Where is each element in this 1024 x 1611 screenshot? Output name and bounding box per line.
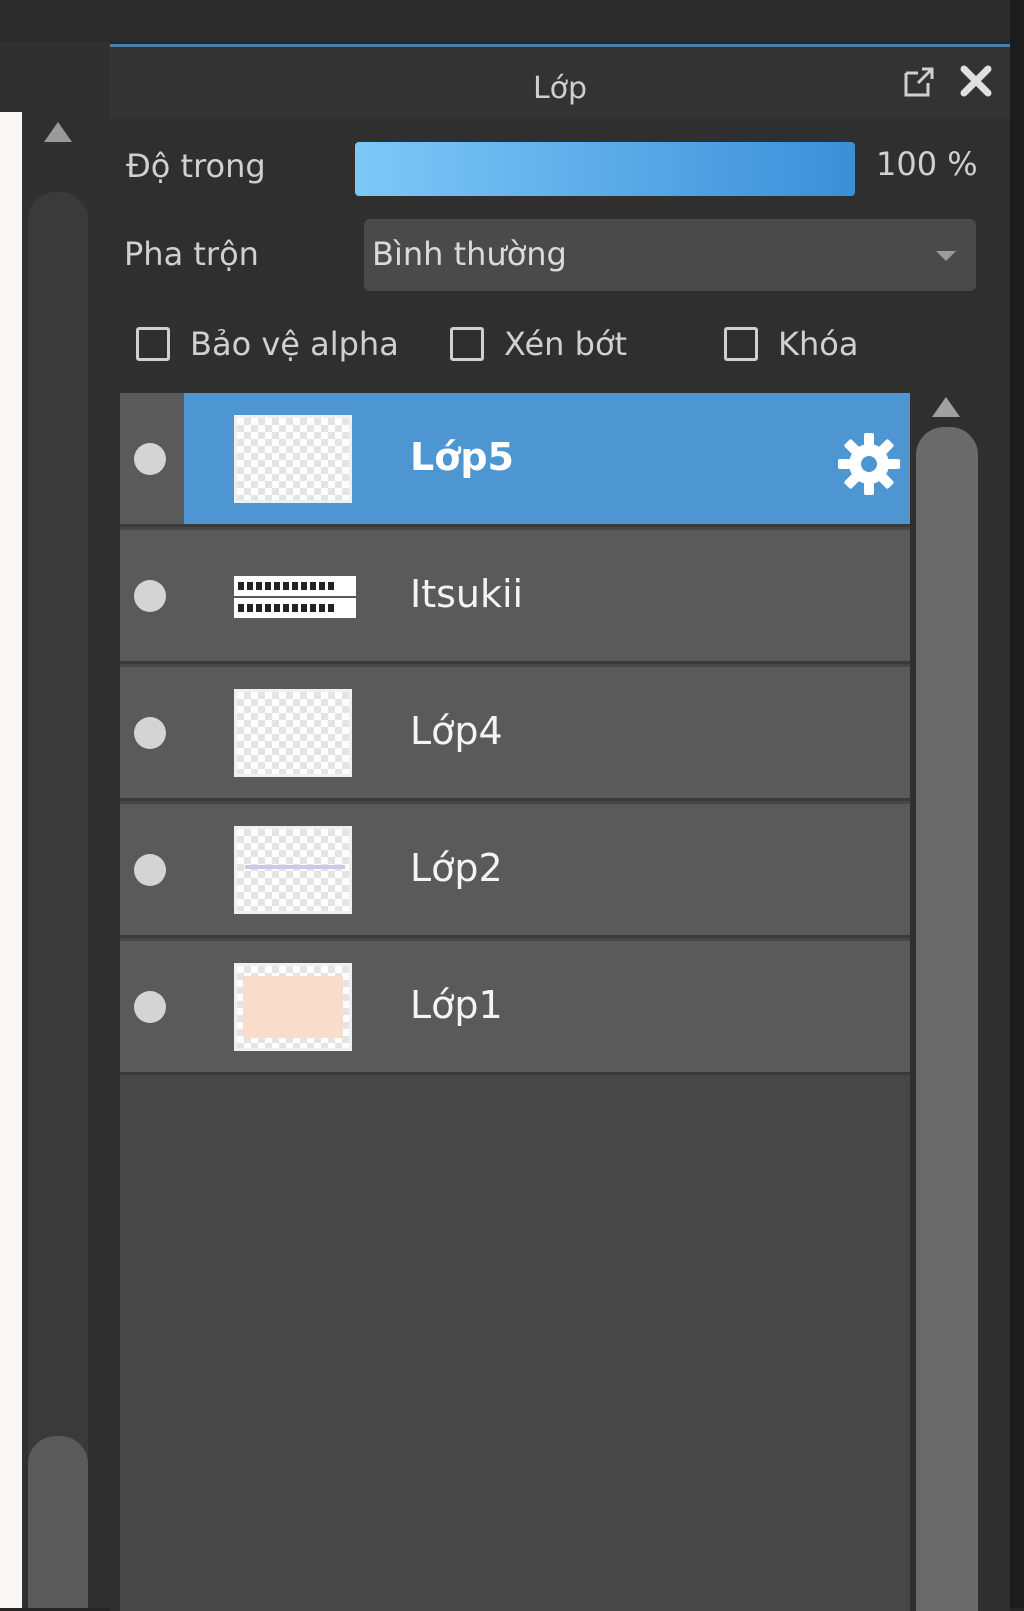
canvas-scroll-up-arrow-icon[interactable] bbox=[44, 122, 72, 142]
thumbnail-text-line bbox=[234, 598, 356, 618]
layer-name: Lớp2 bbox=[410, 846, 503, 890]
canvas-area bbox=[0, 42, 110, 1608]
opacity-slider[interactable] bbox=[355, 142, 855, 196]
blend-mode-select[interactable]: Bình thường bbox=[364, 219, 976, 291]
visibility-toggle-icon[interactable] bbox=[134, 580, 166, 612]
window-edge bbox=[1010, 0, 1024, 1608]
layer-thumbnail bbox=[234, 963, 352, 1051]
layer-row[interactable]: Lớp4 bbox=[120, 667, 910, 801]
opacity-label: Độ trong bbox=[126, 147, 266, 185]
thumbnail-text-line bbox=[234, 576, 356, 596]
lock-checkbox[interactable]: Khóa bbox=[724, 325, 874, 369]
checkbox-box[interactable] bbox=[136, 327, 170, 361]
canvas-scrollbar-track[interactable] bbox=[28, 192, 88, 1608]
layer-thumbnail bbox=[234, 826, 352, 914]
thumbnail-fill bbox=[243, 976, 343, 1038]
layer-list-scroll-up-arrow-icon[interactable] bbox=[932, 397, 960, 417]
app-top-bar bbox=[0, 0, 1024, 42]
clipping-label: Xén bớt bbox=[504, 325, 628, 363]
layer-thumbnail bbox=[234, 415, 352, 503]
layer-thumbnail bbox=[234, 552, 356, 640]
close-icon[interactable] bbox=[956, 61, 996, 101]
lock-label: Khóa bbox=[778, 325, 859, 363]
layer-list-scrollbar-thumb[interactable] bbox=[916, 427, 978, 1611]
blend-mode-value: Bình thường bbox=[372, 235, 567, 273]
visibility-toggle-icon[interactable] bbox=[134, 443, 166, 475]
blend-mode-label: Pha trộn bbox=[124, 235, 259, 273]
thumbnail-stroke bbox=[245, 865, 345, 869]
gear-icon[interactable] bbox=[836, 431, 902, 497]
protect-alpha-label: Bảo vệ alpha bbox=[190, 325, 399, 363]
layer-thumbnail bbox=[234, 689, 352, 777]
layer-name: Itsukii bbox=[410, 572, 524, 616]
layer-name: Lớp1 bbox=[410, 983, 503, 1027]
popout-icon[interactable] bbox=[902, 65, 936, 99]
layer-name: Lớp4 bbox=[410, 709, 503, 753]
layer-name: Lớp5 bbox=[410, 435, 514, 479]
layer-row[interactable]: Lớp2 bbox=[120, 804, 910, 938]
layer-row[interactable]: Itsukii bbox=[120, 530, 910, 664]
checkbox-box[interactable] bbox=[724, 327, 758, 361]
layer-row[interactable]: Lớp5 bbox=[120, 393, 910, 527]
layers-panel: Lớp Độ trong 100 % Pha trộn Bình thường … bbox=[110, 44, 1010, 1611]
clipping-checkbox[interactable]: Xén bớt bbox=[450, 325, 650, 369]
chevron-down-icon bbox=[936, 251, 956, 261]
canvas-scrollbar-thumb[interactable] bbox=[28, 1436, 88, 1608]
visibility-toggle-icon[interactable] bbox=[134, 991, 166, 1023]
protect-alpha-checkbox[interactable]: Bảo vệ alpha bbox=[136, 325, 416, 369]
visibility-toggle-icon[interactable] bbox=[134, 854, 166, 886]
checkbox-box[interactable] bbox=[450, 327, 484, 361]
visibility-toggle-icon[interactable] bbox=[134, 717, 166, 749]
layer-row[interactable]: Lớp1 bbox=[120, 941, 910, 1075]
panel-title: Lớp bbox=[532, 71, 588, 106]
layer-list: Lớp5 Itsukii Lớp4 Lớp2 Lớp1 bbox=[120, 393, 910, 1611]
panel-header: Lớp bbox=[110, 47, 1010, 119]
opacity-slider-fill bbox=[355, 142, 855, 196]
opacity-value: 100 % bbox=[876, 145, 978, 183]
canvas-paper[interactable] bbox=[0, 112, 22, 1608]
